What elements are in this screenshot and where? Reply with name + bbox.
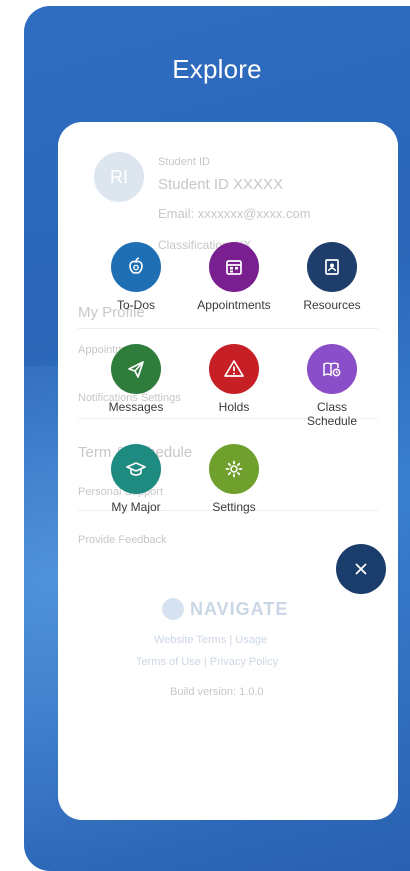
divider — [78, 328, 378, 329]
navigate-logo-text: NAVIGATE — [190, 598, 289, 619]
explore-screen: Explore RI Student ID Student ID XXXXX E… — [24, 6, 410, 871]
menu-item-label-line1: Class — [316, 400, 347, 414]
menu-item-resources[interactable]: Resources — [282, 242, 382, 312]
menu-item-label: Settings — [212, 500, 256, 514]
menu-item-messages[interactable]: Messages — [86, 344, 186, 414]
page-title: Explore — [172, 54, 262, 84]
calendar-icon — [209, 242, 259, 292]
build-version: Build version: 1.0.0 — [170, 686, 264, 698]
background-row: Provide Feedback — [78, 534, 167, 546]
graduation-cap-icon — [111, 444, 161, 494]
menu-item-label: My Major — [111, 500, 161, 514]
menu-item-label: To-Dos — [116, 298, 155, 312]
schedule-book-icon — [307, 344, 357, 394]
navigate-logo-mark — [162, 598, 184, 620]
menu-item-label: Holds — [218, 400, 250, 414]
profile-email: Email: xxxxxxx@xxxx.com — [158, 206, 311, 221]
menu-item-label: Appointments — [197, 298, 271, 312]
student-id: Student ID XXXXX — [158, 176, 284, 193]
menu-item-to-dos[interactable]: To-Dos — [86, 242, 186, 312]
contact-book-icon — [307, 242, 357, 292]
avatar: RI — [94, 152, 144, 202]
menu-item-label-line2: Schedule — [306, 414, 358, 428]
menu-item-class-schedule[interactable]: Class Schedule — [282, 344, 382, 428]
explore-card: RI Student ID Student ID XXXXX Email: xx… — [58, 122, 398, 820]
warning-icon — [209, 344, 259, 394]
menu-item-label: Messages — [108, 400, 164, 414]
apple-icon — [111, 242, 161, 292]
menu-item-settings[interactable]: Settings — [184, 444, 284, 514]
footer-links[interactable]: Website Terms | Usage — [154, 634, 267, 646]
gear-icon — [209, 444, 259, 494]
menu-item-label: Resources — [303, 298, 361, 312]
close-icon — [355, 563, 367, 575]
navigate-logo: NAVIGATE — [162, 598, 288, 620]
paper-plane-icon — [111, 344, 161, 394]
menu-item-appointments[interactable]: Appointments — [184, 242, 284, 312]
menu-item-holds[interactable]: Holds — [184, 344, 284, 414]
footer-links[interactable]: Terms of Use | Privacy Policy — [136, 656, 278, 668]
menu-item-my-major[interactable]: My Major — [86, 444, 186, 514]
profile-line: Student ID — [158, 156, 210, 168]
close-button[interactable] — [336, 544, 386, 594]
